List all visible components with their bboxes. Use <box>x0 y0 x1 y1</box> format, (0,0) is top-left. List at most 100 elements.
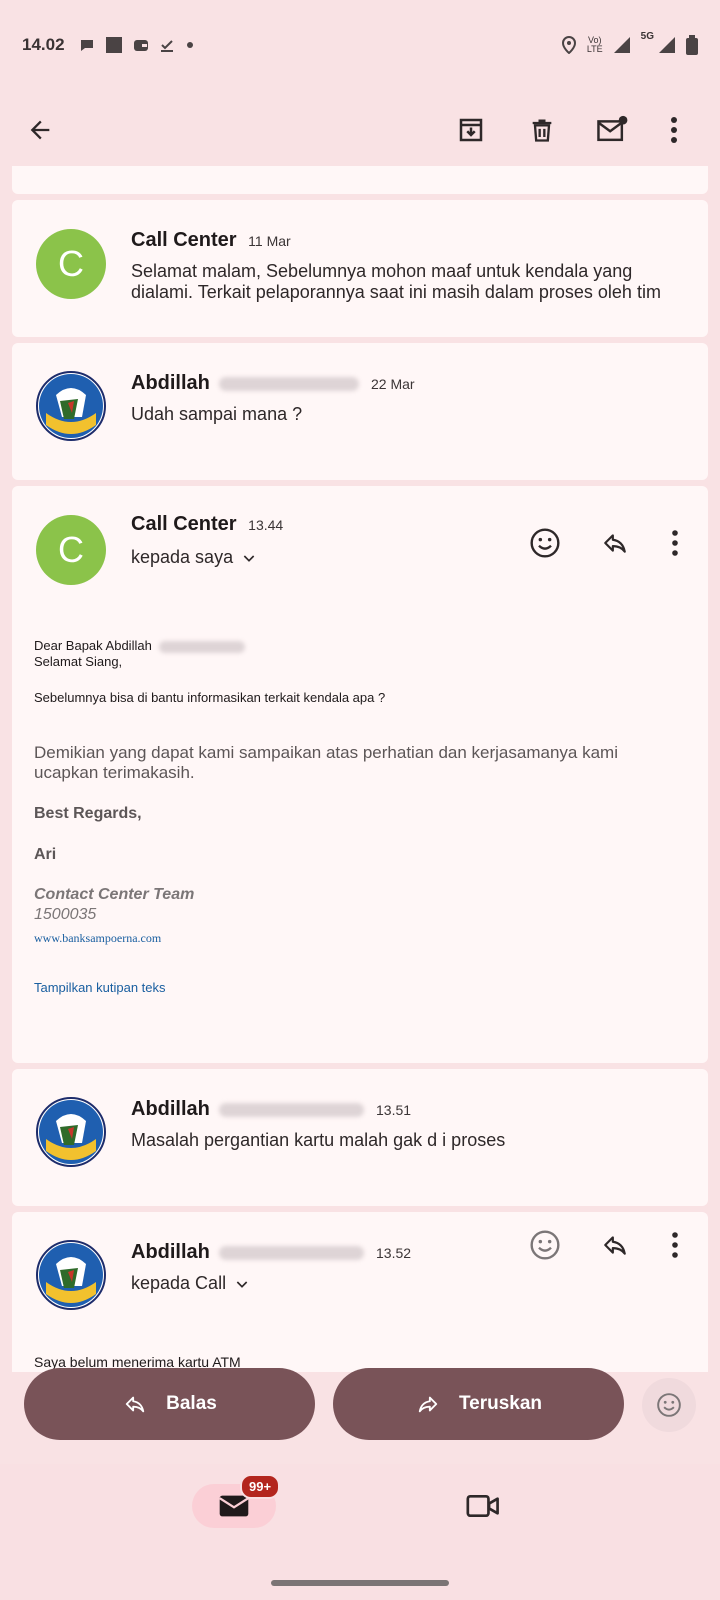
expanded-message: C Call Center 13.44 kepada saya Dear Bap… <box>12 486 708 1063</box>
reply-icon <box>604 534 626 553</box>
body-signature-name: Ari <box>34 846 57 863</box>
message-item[interactable]: C Call Center 11 Mar Selamat malam, Sebe… <box>12 200 708 337</box>
message-item[interactable]: Abdillah 22 Mar Udah sampai mana ? <box>12 343 708 480</box>
react-emoji-button[interactable] <box>642 1378 696 1432</box>
reply-icon <box>125 1396 145 1413</box>
top-toolbar <box>0 90 720 170</box>
wallet-notification-icon <box>133 37 149 53</box>
sender-name: Call Center <box>131 229 237 251</box>
user-logo-icon <box>39 1100 103 1164</box>
reply-label: Balas <box>166 1393 217 1414</box>
avatar: C <box>36 515 106 585</box>
volte-label-bottom: LTE <box>586 44 603 54</box>
chat-notification-icon <box>79 37 95 53</box>
body-phone: 1500035 <box>34 906 97 923</box>
back-button[interactable] <box>16 106 64 154</box>
sender-row: Abdillah 13.52 <box>131 1241 411 1264</box>
avatar <box>36 1240 106 1310</box>
reply-icon <box>604 1236 626 1255</box>
arrow-back-icon <box>30 120 50 140</box>
signal-5g-icon <box>658 36 676 54</box>
reply-all-button[interactable]: Balas <box>24 1368 315 1440</box>
react-emoji-button[interactable] <box>510 518 580 568</box>
show-quoted-text-link[interactable]: Tampilkan kutipan teks <box>34 980 684 996</box>
emoji-icon <box>530 1230 560 1260</box>
previous-messages-collapsed[interactable] <box>12 166 708 194</box>
sender-row: Abdillah 22 Mar <box>131 372 415 395</box>
square-notification-icon <box>105 36 123 54</box>
network-type-label: 5G <box>640 31 654 42</box>
chevron-down-icon <box>236 1280 248 1288</box>
expanded-message: Abdillah 13.52 kepada Call Saya belum me… <box>12 1212 708 1372</box>
more-vert-icon <box>672 530 678 556</box>
recipient-toggle[interactable]: kepada Call <box>131 1273 250 1294</box>
nav-meet-tab[interactable] <box>466 1492 506 1524</box>
user-logo-icon <box>39 374 103 438</box>
sender-row: Call Center 11 Mar <box>131 229 291 252</box>
sender-name: Call Center <box>131 513 237 535</box>
emoji-icon <box>530 528 560 558</box>
sender-name: Abdillah <box>131 1241 210 1263</box>
user-logo-icon <box>39 1243 103 1307</box>
forward-button[interactable]: Teruskan <box>333 1368 624 1440</box>
react-emoji-button[interactable] <box>510 1220 580 1270</box>
location-icon <box>561 36 577 54</box>
message-actions <box>510 1220 700 1270</box>
status-bar: 14.02 Vo) LTE 5G <box>0 0 720 90</box>
sender-row: Abdillah 13.51 <box>131 1098 411 1121</box>
website-link[interactable]: www.banksampoerna.com <box>34 930 684 946</box>
message-actions <box>510 518 700 568</box>
avatar <box>36 1097 106 1167</box>
more-notifications-dot-icon <box>185 40 195 50</box>
message-more-button[interactable] <box>650 1220 700 1270</box>
avatar <box>36 371 106 441</box>
sender-name: Abdillah <box>131 1098 210 1120</box>
video-camera-icon <box>466 1494 499 1518</box>
volte-icon: Vo) LTE <box>587 36 603 54</box>
reply-button[interactable] <box>580 518 650 568</box>
message-snippet: Selamat malam, Sebelumnya mohon maaf unt… <box>131 261 661 302</box>
sender-row: Call Center 13.44 <box>131 513 283 536</box>
more-vert-icon <box>672 1232 678 1258</box>
redacted-name <box>219 1245 365 1260</box>
body-greeting-2: Selamat Siang, <box>34 654 123 669</box>
message-more-button[interactable] <box>650 518 700 568</box>
recipient-label: kepada saya <box>131 547 234 567</box>
message-date: 11 Mar <box>248 233 291 249</box>
delete-button[interactable] <box>518 106 566 154</box>
body-question: Sebelumnya bisa di bantu informasikan te… <box>34 690 386 705</box>
forward-label: Teruskan <box>458 1393 543 1414</box>
chevron-down-icon <box>243 554 255 562</box>
signal-icon <box>613 36 631 54</box>
message-snippet: Udah sampai mana ? <box>131 404 303 424</box>
reply-button[interactable] <box>580 1220 650 1270</box>
recipient-toggle[interactable]: kepada saya <box>131 547 257 568</box>
archive-icon <box>459 118 483 142</box>
sender-name: Abdillah <box>131 372 210 394</box>
gesture-bar <box>271 1580 449 1586</box>
more-options-button[interactable] <box>650 106 698 154</box>
bottom-actions: Balas Teruskan <box>0 1368 720 1442</box>
archive-button[interactable] <box>447 106 495 154</box>
message-snippet: Masalah pergantian kartu malah gak d i p… <box>131 1130 506 1150</box>
avatar-letter: C <box>58 243 84 284</box>
avatar: C <box>36 229 106 299</box>
avatar-letter: C <box>58 529 84 570</box>
redacted-name <box>159 640 246 653</box>
trash-icon <box>532 119 552 142</box>
emoji-icon <box>657 1393 681 1417</box>
redacted-name <box>219 1102 365 1117</box>
message-date: 13.51 <box>376 1102 412 1118</box>
message-date: 13.52 <box>376 1245 412 1261</box>
more-vert-icon <box>671 117 677 143</box>
mark-unread-icon <box>597 115 628 142</box>
status-time: 14.02 <box>22 35 65 54</box>
body-regards: Best Regards, <box>34 805 142 822</box>
body-greeting: Dear Bapak Abdillah <box>34 638 684 654</box>
body-team: Contact Center Team <box>34 886 195 903</box>
battery-icon <box>686 35 698 55</box>
message-item[interactable]: Abdillah 13.51 Masalah pergantian kartu … <box>12 1069 708 1206</box>
message-date: 13.44 <box>248 517 284 533</box>
mark-unread-button[interactable] <box>588 106 636 154</box>
message-date: 22 Mar <box>371 376 415 392</box>
